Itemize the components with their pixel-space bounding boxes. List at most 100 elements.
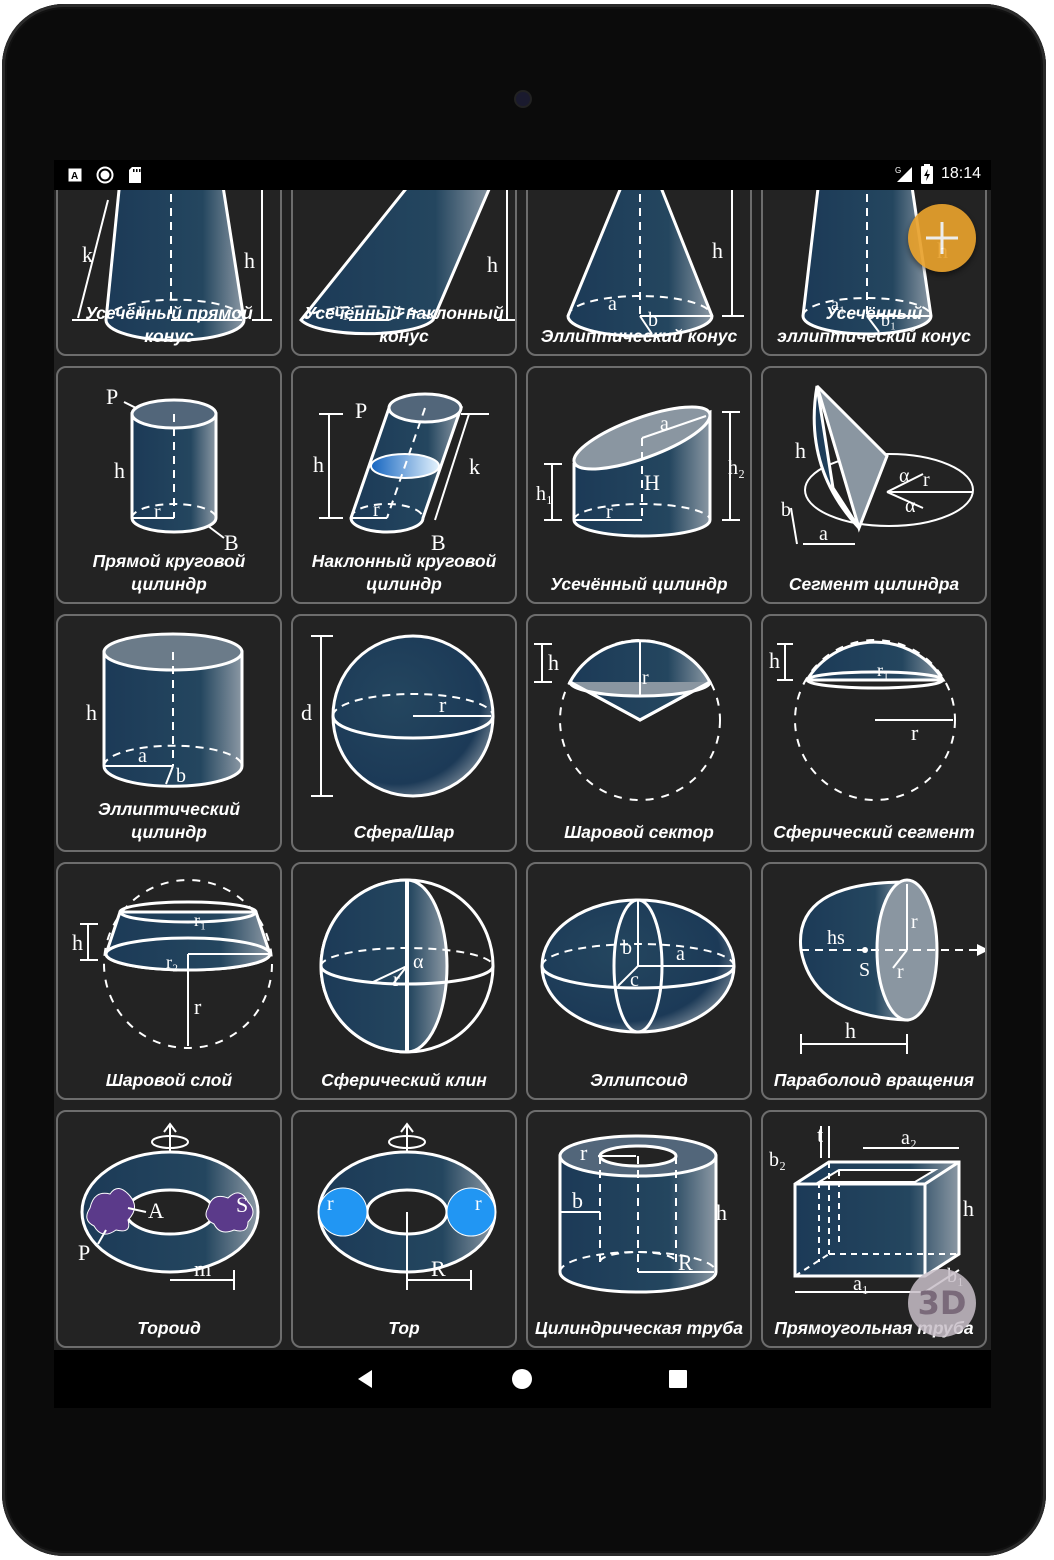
label-h: h <box>795 438 806 463</box>
label-h: h <box>712 238 723 263</box>
shape-card-truncated-oblique-cone[interactable]: h r₁ Усечённый наклонный конус <box>291 190 517 356</box>
shape-card-elliptic-cone[interactable]: h a b Эллиптический конус <box>526 190 752 356</box>
recents-icon[interactable] <box>665 1366 691 1392</box>
screen: A G 18:14 k h r₁ Усечённый прямой конус … <box>54 160 991 1408</box>
label-b: b <box>176 765 186 787</box>
sphere-diagram: d r <box>301 634 495 798</box>
3d-view-button[interactable]: 3D <box>908 1269 976 1337</box>
truncated-cylinder-diagram: a H h₁ h₂ r <box>536 405 745 538</box>
label-r: r <box>580 1140 588 1165</box>
shape-card-spherical-wedge[interactable]: α r Сферический клин <box>291 862 517 1100</box>
label-b2: b₂ <box>769 1149 786 1171</box>
label-c: c <box>630 969 639 991</box>
shape-card-ellipsoid[interactable]: b a c Эллипсоид <box>526 862 752 1100</box>
status-bar: A G 18:14 <box>54 160 991 190</box>
label-hs: hs <box>827 927 845 949</box>
cylindrical-tube-diagram: r b h R <box>558 1134 727 1294</box>
shape-card-spherical-sector[interactable]: h r Шаровой сектор <box>526 614 752 852</box>
label-a1: a₁ <box>853 1273 869 1295</box>
label-r2: r₂ <box>166 952 178 972</box>
label-a: a <box>819 523 828 545</box>
shape-card-right-circular-cylinder[interactable]: P h r B Прямой круговой цилиндр <box>56 366 282 604</box>
navigation-bar <box>54 1350 991 1408</box>
label-h: h <box>769 648 780 673</box>
card-label: Параболоид вращения <box>773 1070 975 1090</box>
label-S: S <box>859 959 870 981</box>
shape-card-truncated-right-cone[interactable]: k h r₁ Усечённый прямой конус <box>56 190 282 356</box>
label-h: h <box>845 1018 856 1043</box>
shape-card-sphere-ball[interactable]: d r Сфера/Шар <box>291 614 517 852</box>
plus-icon <box>926 222 958 254</box>
label-r-right: r <box>475 1193 482 1215</box>
card-label: Эллиптический цилиндр <box>97 799 241 842</box>
label-b: b <box>622 937 632 959</box>
card-label: Усечённый цилиндр <box>550 574 728 594</box>
label-h1: h₁ <box>536 483 553 505</box>
status-time: 18:14 <box>940 165 981 182</box>
shape-card-oblique-circular-cylinder[interactable]: P h k r B Наклонный круговой цилиндр <box>291 366 517 604</box>
card-label: Шаровой слой <box>105 1070 233 1090</box>
label-R: R <box>431 1256 446 1281</box>
label-a: a <box>608 293 617 315</box>
card-label: Эллипсоид <box>590 1070 688 1090</box>
cylinder-segment-diagram: h α r α b a <box>781 384 974 545</box>
torus-diagram: r r R <box>317 1122 497 1290</box>
label-h: h <box>963 1196 974 1221</box>
battery-charging-icon <box>920 164 933 184</box>
shape-card-spherical-segment[interactable]: h r₁ r Сферический сегмент <box>761 614 987 852</box>
shape-card-paraboloid[interactable]: r hs S r h Параболоид вращения <box>761 862 987 1100</box>
label-k: k <box>82 242 93 267</box>
label-h: h <box>313 452 324 477</box>
shape-card-cylinder-segment[interactable]: h α r α b a Сегмент цилиндра <box>761 366 987 604</box>
label-r: r <box>911 720 919 745</box>
label-P: P <box>106 384 118 409</box>
spherical-layer-diagram: h r₁ r₂ r <box>72 879 273 1049</box>
card-label: Эллиптический конус <box>540 326 738 346</box>
label-b: b <box>572 1188 583 1213</box>
label-H: H <box>644 470 660 495</box>
shapes-grid-scroll[interactable]: k h r₁ Усечённый прямой конус h r₁ Усечё… <box>54 190 991 1350</box>
label-a: a <box>138 745 147 767</box>
label-r1: r₁ <box>877 660 889 680</box>
card-label: Цилиндрическая труба <box>535 1318 743 1338</box>
svg-text:A: A <box>71 171 78 182</box>
shape-card-elliptic-cylinder[interactable]: h a b Эллиптический цилиндр <box>56 614 282 852</box>
label-r: r <box>606 501 613 523</box>
card-label: Наклонный круговой цилиндр <box>311 551 497 594</box>
home-icon[interactable] <box>509 1366 535 1392</box>
label-r1: r₁ <box>194 910 206 930</box>
label-alpha-bottom: α <box>905 495 916 517</box>
label-R: R <box>678 1250 693 1275</box>
ellipsoid-diagram: b a c <box>540 898 736 1034</box>
label-r-left: r <box>327 1193 334 1215</box>
card-label: Тороид <box>137 1318 201 1338</box>
back-icon[interactable] <box>352 1366 378 1392</box>
label-h: h <box>716 1200 727 1225</box>
label-a2: a₂ <box>901 1127 917 1149</box>
label-t: t <box>817 1122 823 1147</box>
card-label: Сфера/Шар <box>353 822 455 842</box>
label-P: P <box>78 1240 90 1265</box>
shape-card-truncated-cylinder[interactable]: a H h₁ h₂ r Усечённый цилиндр <box>526 366 752 604</box>
label-P: P <box>355 398 367 423</box>
card-label: Усечённый прямой конус <box>85 303 253 346</box>
network-type: G <box>895 166 901 175</box>
label-h: h <box>72 930 83 955</box>
shape-card-spherical-layer[interactable]: h r₁ r₂ r Шаровой слой <box>56 862 282 1100</box>
label-r: r <box>642 667 649 689</box>
label-r: r <box>194 994 202 1019</box>
card-label: Сферический сегмент <box>773 822 975 842</box>
label-r: r <box>923 469 930 491</box>
label-h: h <box>86 700 97 725</box>
shape-card-cylindrical-tube[interactable]: r b h R Цилиндрическая труба <box>526 1110 752 1348</box>
label-S: S <box>236 1192 248 1217</box>
spherical-wedge-diagram: α r <box>319 878 495 1054</box>
spherical-segment-diagram: h r₁ r <box>769 639 956 801</box>
label-b: b <box>781 499 791 521</box>
shape-card-toroid[interactable]: A S P m Тороид <box>56 1110 282 1348</box>
label-h: h <box>487 252 498 277</box>
card-label: Усечённый эллиптический конус <box>777 303 971 346</box>
shape-card-torus[interactable]: r r R Тор <box>291 1110 517 1348</box>
add-fab-button[interactable] <box>908 204 976 272</box>
label-alpha: α <box>413 951 424 973</box>
